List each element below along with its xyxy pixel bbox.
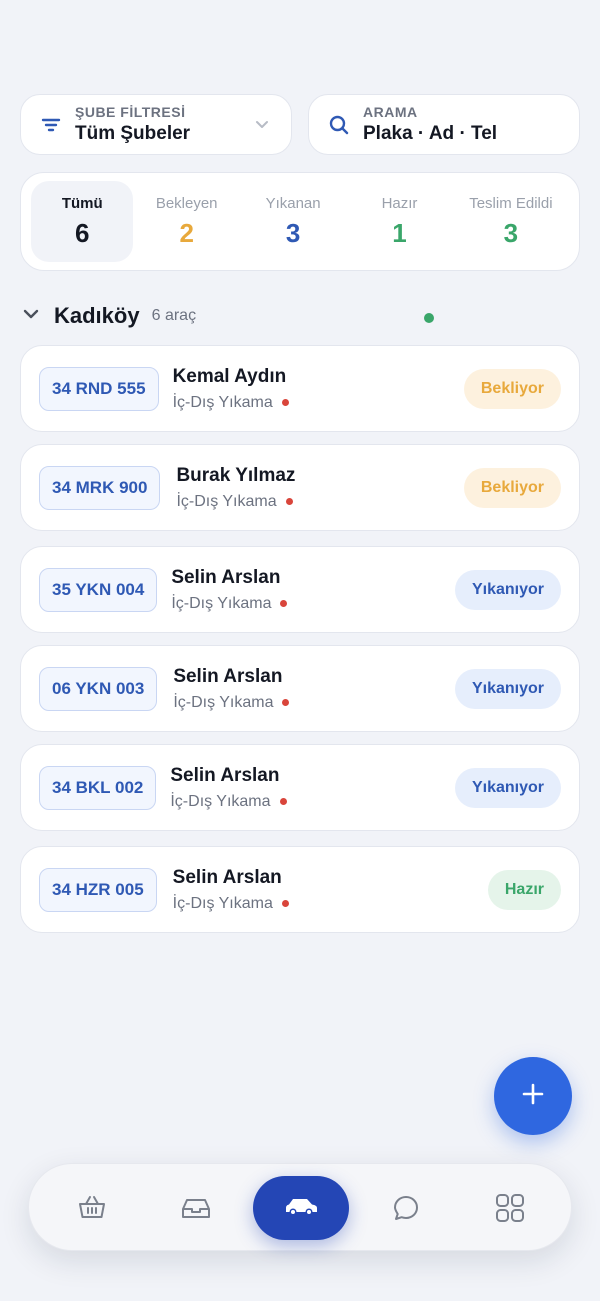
search-icon <box>327 113 351 137</box>
tab-count: 3 <box>503 217 519 248</box>
priority-dot <box>280 600 288 607</box>
customer-name: Burak Yılmaz <box>176 464 296 486</box>
branch-filter-value: Tüm Şubeler <box>75 123 191 144</box>
search-placeholder: Plaka · Ad · Tel <box>363 123 498 144</box>
customer-name: Selin Arslan <box>171 566 281 588</box>
service-type: İç-Dış Yıkama <box>172 894 273 912</box>
priority-dot <box>285 498 293 505</box>
service-type: İç-Dış Yıkama <box>170 792 271 810</box>
service-type: İç-Dış Yıkama <box>176 492 277 510</box>
branch-filter[interactable]: ŞUBE FİLTRESİ Tüm Şubeler <box>20 94 292 155</box>
status-badge: Bekliyor <box>463 368 561 409</box>
tab-count: 6 <box>75 217 90 248</box>
basket-icon[interactable] <box>74 1190 110 1226</box>
list-item[interactable]: 34 BKL 002 Selin Arslan İç-Dış Yıkama Yı… <box>20 744 580 831</box>
plate-badge: 06 YKN 003 <box>39 666 158 711</box>
group-count: 6 araç <box>151 307 197 324</box>
tab-ready[interactable]: Hazır 1 <box>346 181 452 262</box>
priority-dot <box>279 798 287 805</box>
cars-tab-button[interactable] <box>253 1176 349 1240</box>
chevron-down-icon <box>253 115 271 138</box>
plate-badge: 34 BKL 002 <box>39 765 157 810</box>
customer-name: Selin Arslan <box>170 764 280 786</box>
customer-name: Kemal Aydın <box>172 365 287 387</box>
plate-badge: 35 YKN 004 <box>39 567 158 612</box>
bottom-nav <box>28 1163 572 1251</box>
tab-label: Tümü <box>61 194 103 212</box>
tab-label: Hazır <box>381 194 418 212</box>
car-icon <box>282 1194 320 1223</box>
tab-count: 2 <box>179 217 194 248</box>
plate-badge: 34 RND 555 <box>39 366 159 411</box>
service-type: İç-Dış Yıkama <box>172 393 273 411</box>
filter-icon <box>39 113 63 137</box>
online-indicator <box>424 313 434 323</box>
status-badge: Bekliyor <box>463 467 561 508</box>
plate-badge: 34 HZR 005 <box>39 867 157 912</box>
grid-icon[interactable] <box>492 1190 528 1226</box>
customer-name: Selin Arslan <box>173 665 283 687</box>
customer-name: Selin Arslan <box>172 866 282 888</box>
add-button[interactable] <box>494 1057 572 1135</box>
chat-icon[interactable] <box>388 1190 424 1226</box>
status-badge: Yıkanıyor <box>454 668 561 709</box>
service-type: İç-Dış Yıkama <box>173 693 274 711</box>
tab-label: Teslim Edildi <box>469 194 553 212</box>
list-item[interactable]: 34 MRK 900 Burak Yılmaz İç-Dış Yıkama Be… <box>20 444 580 531</box>
tab-waiting[interactable]: Bekleyen 2 <box>133 181 239 262</box>
status-badge: Yıkanıyor <box>454 767 561 808</box>
tab-label: Bekleyen <box>155 194 218 212</box>
service-type: İç-Dış Yıkama <box>171 594 272 612</box>
status-badge: Hazır <box>487 869 561 910</box>
search-field[interactable]: ARAMA Plaka · Ad · Tel <box>308 94 580 155</box>
group-title: Kadıköy <box>54 303 140 328</box>
inbox-icon[interactable] <box>178 1190 214 1226</box>
tab-label: Yıkanan <box>265 194 321 212</box>
plate-badge: 34 MRK 900 <box>39 465 161 510</box>
tab-washing[interactable]: Yıkanan 3 <box>240 181 346 262</box>
plus-icon <box>520 1081 546 1112</box>
tab-delivered[interactable]: Teslim Edildi 3 <box>453 181 569 262</box>
priority-dot <box>281 399 289 406</box>
priority-dot <box>282 699 290 706</box>
chevron-down-icon <box>22 305 40 328</box>
branch-filter-label: ŞUBE FİLTRESİ <box>75 104 186 120</box>
status-tabs: Tümü 6 Bekleyen 2 Yıkanan 3 Hazır 1 Tesl… <box>20 172 580 271</box>
tab-all[interactable]: Tümü 6 <box>31 181 134 262</box>
list-item[interactable]: 34 HZR 005 Selin Arslan İç-Dış Yıkama Ha… <box>20 846 580 933</box>
search-label: ARAMA <box>363 104 418 120</box>
tab-count: 1 <box>392 217 407 248</box>
priority-dot <box>281 900 289 907</box>
tab-count: 3 <box>285 217 301 248</box>
status-badge: Yıkanıyor <box>454 569 561 610</box>
list-item[interactable]: 35 YKN 004 Selin Arslan İç-Dış Yıkama Yı… <box>20 546 580 633</box>
list-item[interactable]: 34 RND 555 Kemal Aydın İç-Dış Yıkama Bek… <box>20 345 580 432</box>
branch-group-header[interactable]: Kadıköy 6 araç <box>22 303 442 329</box>
list-item[interactable]: 06 YKN 003 Selin Arslan İç-Dış Yıkama Yı… <box>20 645 580 732</box>
